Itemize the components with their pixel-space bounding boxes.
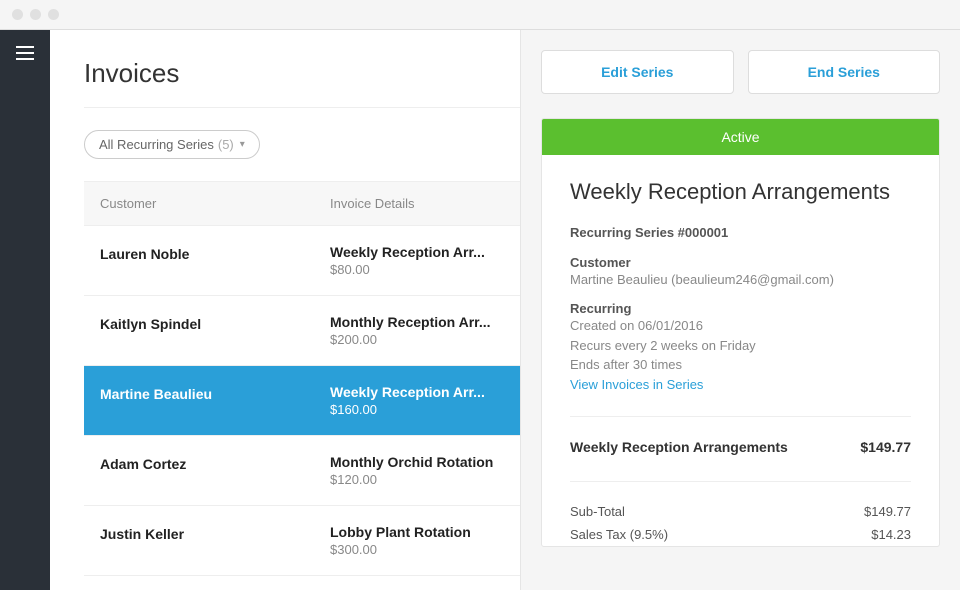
row-title: Weekly Reception Arr... — [330, 244, 520, 260]
recurring-ends: Ends after 30 times — [570, 355, 911, 375]
row-customer: Adam Cortez — [100, 454, 330, 487]
table-header: Customer Invoice Details — [84, 181, 520, 226]
chevron-down-icon: ▾ — [240, 139, 245, 150]
table-row[interactable]: Martine Beaulieu Weekly Reception Arr...… — [84, 366, 520, 436]
status-badge: Active — [542, 119, 939, 155]
column-invoice-details: Invoice Details — [330, 196, 520, 211]
recurring-frequency: Recurs every 2 weeks on Friday — [570, 336, 911, 356]
row-amount: $160.00 — [330, 402, 520, 417]
row-customer: Kaitlyn Spindel — [100, 314, 330, 347]
customer-value: Martine Beaulieu (beaulieum246@gmail.com… — [570, 270, 911, 290]
subtotal-row: Sub-Total $149.77 — [570, 500, 911, 523]
line-item-price: $149.77 — [860, 439, 911, 455]
row-customer: Justin Keller — [100, 524, 330, 557]
table-row[interactable]: Adam Cortez Monthly Orchid Rotation $120… — [84, 436, 520, 506]
row-title: Monthly Orchid Rotation — [330, 454, 520, 470]
recurring-label: Recurring — [570, 301, 911, 316]
customer-label: Customer — [570, 255, 911, 270]
window-zoom-dot[interactable] — [48, 9, 59, 20]
divider — [570, 416, 911, 417]
invoices-panel: Invoices All Recurring Series (5) ▾ Cust… — [50, 30, 520, 590]
line-item: Weekly Reception Arrangements $149.77 — [570, 435, 911, 459]
column-customer: Customer — [100, 196, 330, 211]
series-title: Weekly Reception Arrangements — [570, 179, 911, 205]
tax-label: Sales Tax (9.5%) — [570, 527, 668, 542]
table-row[interactable]: Lauren Noble Weekly Reception Arr... $80… — [84, 226, 520, 296]
filter-label: All Recurring Series — [99, 137, 214, 152]
row-customer: Martine Beaulieu — [100, 384, 330, 417]
divider — [570, 481, 911, 482]
subtotal-value: $149.77 — [864, 504, 911, 519]
window-minimize-dot[interactable] — [30, 9, 41, 20]
row-amount: $120.00 — [330, 472, 520, 487]
row-amount: $80.00 — [330, 262, 520, 277]
row-title: Lobby Plant Rotation — [330, 524, 520, 540]
window-chrome — [0, 0, 960, 30]
page-title: Invoices — [84, 58, 520, 108]
table-row[interactable]: Kaitlyn Spindel Monthly Reception Arr...… — [84, 296, 520, 366]
hamburger-icon[interactable] — [16, 46, 34, 60]
series-card: Active Weekly Reception Arrangements Rec… — [541, 118, 940, 547]
row-amount: $300.00 — [330, 542, 520, 557]
table-row[interactable]: Justin Keller Lobby Plant Rotation $300.… — [84, 506, 520, 576]
row-title: Monthly Reception Arr... — [330, 314, 520, 330]
tax-value: $14.23 — [871, 527, 911, 542]
line-item-name: Weekly Reception Arrangements — [570, 439, 788, 455]
filter-recurring-series[interactable]: All Recurring Series (5) ▾ — [84, 130, 260, 159]
row-customer: Lauren Noble — [100, 244, 330, 277]
window-close-dot[interactable] — [12, 9, 23, 20]
tax-row: Sales Tax (9.5%) $14.23 — [570, 523, 911, 546]
row-amount: $200.00 — [330, 332, 520, 347]
row-title: Weekly Reception Arr... — [330, 384, 520, 400]
detail-panel: Edit Series End Series Active Weekly Rec… — [520, 30, 960, 590]
end-series-button[interactable]: End Series — [748, 50, 941, 94]
subtotal-label: Sub-Total — [570, 504, 625, 519]
series-id: Recurring Series #000001 — [570, 223, 911, 243]
filter-count: (5) — [218, 137, 234, 152]
view-invoices-link[interactable]: View Invoices in Series — [570, 377, 703, 392]
edit-series-button[interactable]: Edit Series — [541, 50, 734, 94]
sidebar-nav — [0, 30, 50, 590]
recurring-created: Created on 06/01/2016 — [570, 316, 911, 336]
